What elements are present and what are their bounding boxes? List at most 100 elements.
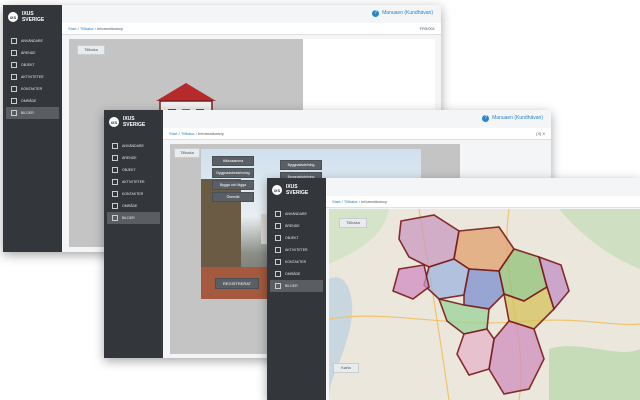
breadcrumb-sep: / — [77, 26, 79, 31]
top-bar — [326, 178, 640, 194]
breadcrumb: Start / Tillbaka › Informationsvy — [326, 196, 640, 208]
breadcrumb-section[interactable]: Tillbaka — [80, 26, 94, 31]
photo-menu-item[interactable]: Översikt — [212, 192, 254, 202]
area-icon — [11, 98, 17, 104]
top-bar: ? Manuaen (Kundhävan) — [62, 5, 441, 21]
map-back-button[interactable]: Tillbaka — [339, 218, 367, 228]
sidebar-item-label: ANVÄNDARE — [285, 212, 307, 216]
sidebar-item-aktiviteter[interactable]: AKTIVITETER — [6, 71, 59, 83]
back-button[interactable]: Tillbaka — [77, 45, 105, 55]
registered-button[interactable]: REGISTRERAT — [215, 278, 259, 289]
sidebar-item-ärende[interactable]: ÄRENDE — [6, 47, 59, 59]
brand-name: IXUS SVERIGE — [21, 11, 45, 23]
sidebar-item-label: OBJEKT — [21, 63, 35, 67]
sidebar-item-bilder[interactable]: BILDER — [107, 212, 160, 224]
page-code: FR5/001 — [419, 26, 435, 31]
sidebar-item-label: ÄRENDE — [122, 156, 137, 160]
sidebar-item-objekt[interactable]: OBJEKT — [270, 232, 323, 244]
help-icon: ? — [482, 114, 490, 122]
sidebar-item-användare[interactable]: ANVÄNDARE — [107, 140, 160, 152]
document-icon — [112, 155, 118, 161]
sidebar-item-label: ÄRENDE — [285, 224, 300, 228]
breadcrumb-section[interactable]: Tillbaka — [344, 199, 358, 204]
sidebar-item-label: OMRÅDE — [122, 204, 138, 208]
image-icon — [11, 110, 17, 116]
sidebar: iXS IXUS SVERIGE ANVÄNDARE ÄRENDE OBJEKT AK… — [3, 5, 62, 252]
brand: iXS IXUS SVERIGE — [267, 178, 326, 202]
map-view[interactable]: Tillbaka Karta — [329, 209, 640, 400]
brand-name: IXUS SVERIGE — [285, 184, 309, 196]
breadcrumb-home[interactable]: Start — [332, 199, 340, 204]
photo-menu-item[interactable]: Byggnadsdelning 1981/09 — [280, 160, 322, 175]
sidebar-item-användare[interactable]: ANVÄNDARE — [6, 35, 59, 47]
contacts-icon — [112, 191, 118, 197]
breadcrumb: Start / Tillbaka › Informationsvy FR5/00… — [62, 23, 441, 35]
image-icon — [275, 283, 281, 289]
help-label: Manuaen (Kundhävan) — [492, 115, 543, 121]
breadcrumb-section[interactable]: Tillbaka — [181, 131, 195, 136]
sidebar-item-label: KONTAKTER — [122, 192, 144, 196]
sidebar-item-kontakter[interactable]: KONTAKTER — [6, 83, 59, 95]
building-icon — [112, 167, 118, 173]
sidebar-item-label: KONTAKTER — [21, 87, 43, 91]
top-bar: ? Manuaen (Kundhävan) — [163, 110, 551, 126]
map-canvas[interactable] — [329, 209, 640, 400]
area-icon — [275, 271, 281, 277]
building-icon — [275, 235, 281, 241]
sidebar-item-aktiviteter[interactable]: AKTIVITETER — [270, 244, 323, 256]
image-icon — [112, 215, 118, 221]
help-link[interactable]: ? Manuaen (Kundhävan) — [372, 9, 433, 17]
sidebar-item-label: OBJEKT — [122, 168, 136, 172]
sidebar-item-label: KONTAKTER — [285, 260, 307, 264]
sidebar-item-aktiviteter[interactable]: AKTIVITETER — [107, 176, 160, 188]
sidebar-item-label: BILDER — [285, 284, 298, 288]
sidebar-item-bilder[interactable]: BILDER — [270, 280, 323, 292]
back-button[interactable]: Tillbaka — [174, 148, 200, 158]
document-icon — [275, 223, 281, 229]
sidebar-item-label: AKTIVITETER — [122, 180, 145, 184]
breadcrumb-page: Informationsvy — [198, 131, 225, 136]
sidebar-item-label: ANVÄNDARE — [122, 144, 144, 148]
area-icon — [112, 203, 118, 209]
map-label: Karta — [333, 363, 359, 373]
sidebar-item-område[interactable]: OMRÅDE — [6, 95, 59, 107]
breadcrumb-sep: / — [341, 199, 343, 204]
brand-logo: iXS — [272, 185, 282, 195]
photo-menu-item[interactable]: Hälsosamma — [212, 156, 254, 166]
photo-menu-item[interactable]: Bygga och lägga — [212, 180, 254, 190]
sidebar-item-label: OMRÅDE — [285, 272, 301, 276]
sidebar-item-label: OMRÅDE — [21, 99, 37, 103]
sidebar-item-label: BILDER — [122, 216, 135, 220]
breadcrumb-page: Informationsvy — [97, 26, 124, 31]
brand: iXS IXUS SVERIGE — [104, 110, 163, 134]
sidebar-item-ärende[interactable]: ÄRENDE — [107, 152, 160, 164]
help-icon: ? — [372, 9, 380, 17]
sidebar-item-objekt[interactable]: OBJEKT — [107, 164, 160, 176]
user-icon — [112, 143, 118, 149]
sidebar-item-kontakter[interactable]: KONTAKTER — [107, 188, 160, 200]
sidebar-item-label: BILDER — [21, 111, 34, 115]
sidebar-item-område[interactable]: OMRÅDE — [270, 268, 323, 280]
photo-menu-item[interactable]: Byggnadsbeskrivning — [212, 168, 254, 178]
sidebar-item-område[interactable]: OMRÅDE — [107, 200, 160, 212]
sidebar-item-ärende[interactable]: ÄRENDE — [270, 220, 323, 232]
breadcrumb: Start / Tillbaka › Informationsvy [X] X — [163, 128, 551, 140]
brand-logo: iXS — [8, 12, 18, 22]
sidebar-item-objekt[interactable]: OBJEKT — [6, 59, 59, 71]
sidebar-item-bilder[interactable]: BILDER — [6, 107, 59, 119]
user-icon — [11, 38, 17, 44]
contacts-icon — [275, 259, 281, 265]
building-icon — [11, 62, 17, 68]
user-icon — [275, 211, 281, 217]
sidebar-item-kontakter[interactable]: KONTAKTER — [270, 256, 323, 268]
sidebar-item-användare[interactable]: ANVÄNDARE — [270, 208, 323, 220]
brand: iXS IXUS SVERIGE — [3, 5, 62, 29]
breadcrumb-home[interactable]: Start — [68, 26, 76, 31]
sidebar-item-label: ÄRENDE — [21, 51, 36, 55]
sidebar-item-label: OBJEKT — [285, 236, 299, 240]
document-icon — [11, 50, 17, 56]
activity-icon — [11, 74, 17, 80]
breadcrumb-home[interactable]: Start — [169, 131, 177, 136]
help-link[interactable]: ? Manuaen (Kundhävan) — [482, 114, 543, 122]
breadcrumb-page: Informationsvy — [361, 199, 388, 204]
